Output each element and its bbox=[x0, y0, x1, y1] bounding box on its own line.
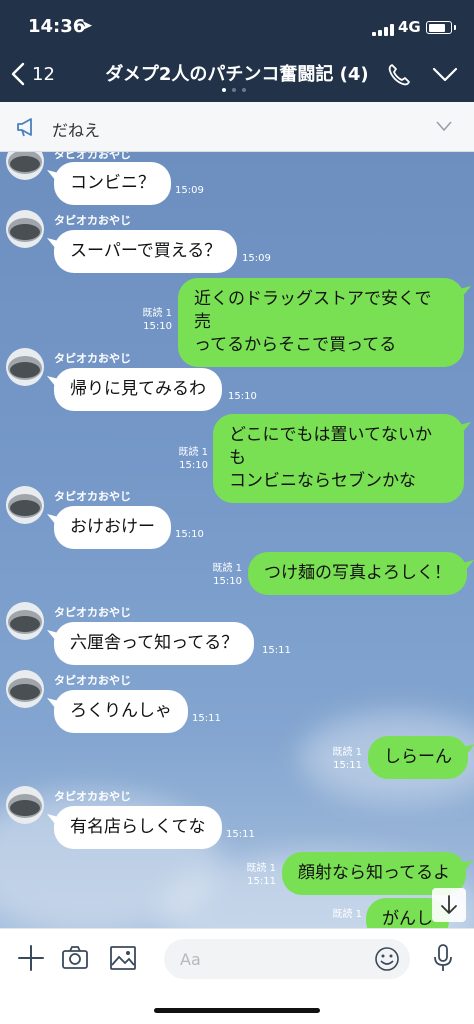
sender-name: タピオカおやじ bbox=[54, 352, 131, 365]
message-time: 15:10 bbox=[175, 529, 204, 540]
avatar[interactable] bbox=[6, 486, 44, 524]
avatar[interactable] bbox=[6, 210, 44, 248]
emoji-icon[interactable] bbox=[374, 946, 400, 972]
message-meta: 既読 1 15:10 bbox=[190, 562, 242, 588]
sender-name: タピオカおやじ bbox=[54, 152, 131, 161]
read-receipt: 既読 1 bbox=[332, 909, 362, 920]
message-line: ってるからそこで買ってる bbox=[194, 334, 397, 355]
message-input[interactable] bbox=[180, 947, 360, 971]
chat-title[interactable]: ダメプ2人のパチンコ奮闘記 (4) bbox=[80, 60, 394, 86]
megaphone-icon bbox=[17, 118, 32, 137]
announcement-bar[interactable]: だねえ bbox=[0, 102, 474, 152]
message-line: どこにでもは置いてないかも bbox=[229, 425, 432, 468]
sender-name: タピオカおやじ bbox=[54, 490, 131, 503]
sender-name: タピオカおやじ bbox=[54, 214, 131, 227]
unread-count: 12 bbox=[32, 63, 55, 85]
chevron-left-icon bbox=[11, 62, 25, 86]
sender-name: タピオカおやじ bbox=[54, 790, 131, 803]
chat-area[interactable]: タピオカおやじ コンビニ？ 15:09 タピオカおやじ スーパーで買える？ 15… bbox=[0, 152, 474, 928]
camera-icon[interactable] bbox=[60, 943, 90, 973]
read-receipt: 既読 1 bbox=[212, 563, 242, 574]
microphone-icon[interactable] bbox=[428, 943, 458, 973]
avatar[interactable] bbox=[6, 670, 44, 708]
message-bubble[interactable]: 有名店らしくてな bbox=[54, 806, 222, 849]
message-time: 15:09 bbox=[175, 185, 204, 196]
read-receipt: 既読 1 bbox=[178, 447, 208, 458]
expand-chevron-icon[interactable] bbox=[436, 120, 452, 132]
read-receipt: 既読 1 bbox=[142, 308, 172, 319]
message-line: コンビニならセブンかな bbox=[229, 470, 416, 491]
chevron-down-icon[interactable] bbox=[432, 64, 458, 84]
arrow-down-icon bbox=[441, 895, 457, 914]
image-icon[interactable] bbox=[108, 943, 138, 973]
message-bubble[interactable]: どこにでもは置いてないかも コンビニならセブンかな bbox=[213, 414, 464, 503]
message-time: 15:11 bbox=[262, 645, 291, 656]
signal-icon bbox=[372, 24, 394, 36]
network-type: 4G bbox=[398, 18, 421, 36]
message-bubble[interactable]: コンビニ？ bbox=[54, 162, 171, 205]
message-time: 15:10 bbox=[179, 460, 208, 471]
message-bubble[interactable]: 帰りに見てみるわ bbox=[54, 368, 222, 411]
avatar[interactable] bbox=[6, 348, 44, 386]
home-indicator bbox=[154, 1008, 320, 1013]
location-arrow-icon: ➤ bbox=[81, 18, 93, 34]
message-bubble[interactable]: 六厘舎って知ってる？ bbox=[54, 622, 255, 665]
message-time: 15:10 bbox=[143, 321, 172, 332]
scroll-to-bottom-button[interactable] bbox=[432, 888, 466, 922]
message-meta: 既読 1 15:10 bbox=[156, 446, 208, 472]
message-bubble[interactable]: つけ麺の写真よろしく！ bbox=[248, 552, 467, 595]
message-field-container bbox=[164, 939, 410, 979]
message-time: 15:10 bbox=[228, 391, 257, 402]
message-time: 15:11 bbox=[333, 760, 362, 771]
message-line: 近くのドラッグストアで安くで売 bbox=[194, 289, 432, 332]
message-bubble[interactable]: スーパーで買える？ bbox=[54, 230, 238, 273]
avatar[interactable] bbox=[6, 602, 44, 640]
battery-icon bbox=[426, 21, 456, 34]
read-receipt: 既読 1 bbox=[246, 863, 276, 874]
message-time: 15:11 bbox=[226, 829, 255, 840]
message-time: 15:11 bbox=[192, 713, 221, 724]
chat-header: 14:36 ➤ 4G 12 ダメプ2人のパチンコ奮闘記 (4) bbox=[0, 0, 474, 102]
message-meta: 既読 1 15:11 bbox=[310, 746, 362, 772]
announcement-text: だねえ bbox=[52, 121, 101, 140]
message-time: 15:09 bbox=[242, 253, 271, 264]
avatar[interactable] bbox=[6, 152, 44, 180]
message-time: 15:10 bbox=[213, 576, 242, 587]
message-bubble[interactable]: ろくりんしゃ bbox=[54, 690, 188, 733]
phone-icon[interactable] bbox=[386, 62, 412, 88]
message-bubble[interactable]: しらーん bbox=[368, 736, 468, 779]
back-button[interactable]: 12 bbox=[10, 58, 70, 90]
page-indicator bbox=[222, 88, 246, 92]
nav-bar: 12 ダメプ2人のパチンコ奮闘記 (4) bbox=[0, 52, 474, 96]
message-bubble[interactable]: おけおけー bbox=[54, 506, 171, 549]
plus-icon[interactable] bbox=[16, 943, 46, 973]
sender-name: タピオカおやじ bbox=[54, 674, 131, 687]
read-receipt: 既読 1 bbox=[332, 747, 362, 758]
status-time: 14:36 bbox=[28, 16, 86, 37]
avatar[interactable] bbox=[6, 786, 44, 824]
sender-name: タピオカおやじ bbox=[54, 606, 131, 619]
message-meta: 既読 1 15:11 bbox=[224, 862, 276, 888]
message-meta: 既読 1 bbox=[310, 908, 362, 921]
message-time: 15:11 bbox=[247, 876, 276, 887]
message-meta: 既読 1 15:10 bbox=[120, 307, 172, 333]
status-bar: 14:36 ➤ 4G bbox=[0, 14, 474, 42]
message-bubble[interactable]: 近くのドラッグストアで安くで売 ってるからそこで買ってる bbox=[178, 278, 464, 367]
